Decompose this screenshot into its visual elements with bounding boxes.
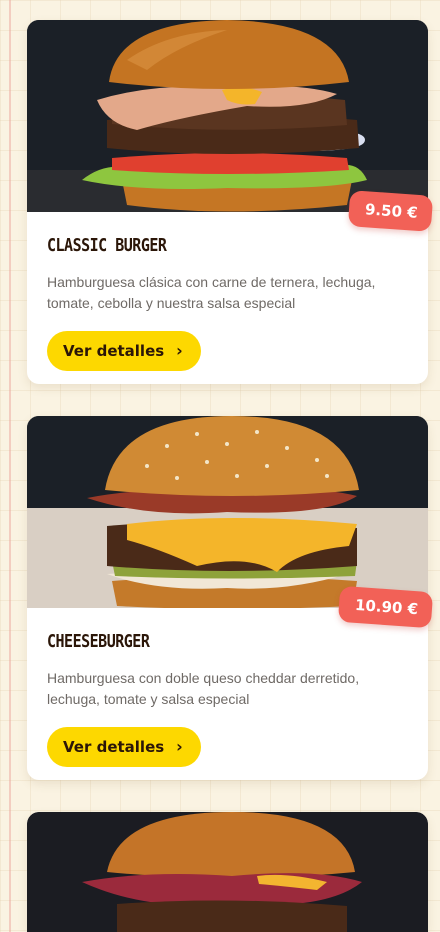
product-card-classic-burger[interactable]: 9.50 € CLASSIC BURGER Hamburguesa clásic… bbox=[27, 20, 434, 384]
product-description: Hamburguesa con doble queso cheddar derr… bbox=[47, 670, 360, 707]
view-details-button[interactable]: Ver detalles › bbox=[47, 727, 201, 767]
product-title: CLASSIC BURGER bbox=[47, 234, 167, 256]
product-card-cheeseburger[interactable]: 10.90 € CHEESEBURGER Hamburguesa con dob… bbox=[27, 416, 434, 780]
product-image-partial bbox=[27, 812, 428, 932]
price-badge: 9.50 € bbox=[348, 190, 434, 232]
product-card-partial[interactable] bbox=[27, 812, 428, 932]
product-title: CHEESEBURGER bbox=[47, 630, 150, 652]
view-details-button[interactable]: Ver detalles › bbox=[47, 331, 201, 371]
button-label: Ver detalles bbox=[63, 342, 165, 360]
button-label: Ver detalles bbox=[63, 738, 165, 756]
product-image-classic-burger bbox=[27, 20, 428, 212]
chevron-right-icon: › bbox=[176, 341, 183, 360]
product-image-cheeseburger bbox=[27, 416, 428, 608]
price-badge: 10.90 € bbox=[337, 585, 434, 629]
page-margin-line bbox=[9, 0, 11, 932]
chevron-right-icon: › bbox=[176, 737, 183, 756]
product-description: Hamburguesa clásica con carne de ternera… bbox=[47, 274, 376, 311]
